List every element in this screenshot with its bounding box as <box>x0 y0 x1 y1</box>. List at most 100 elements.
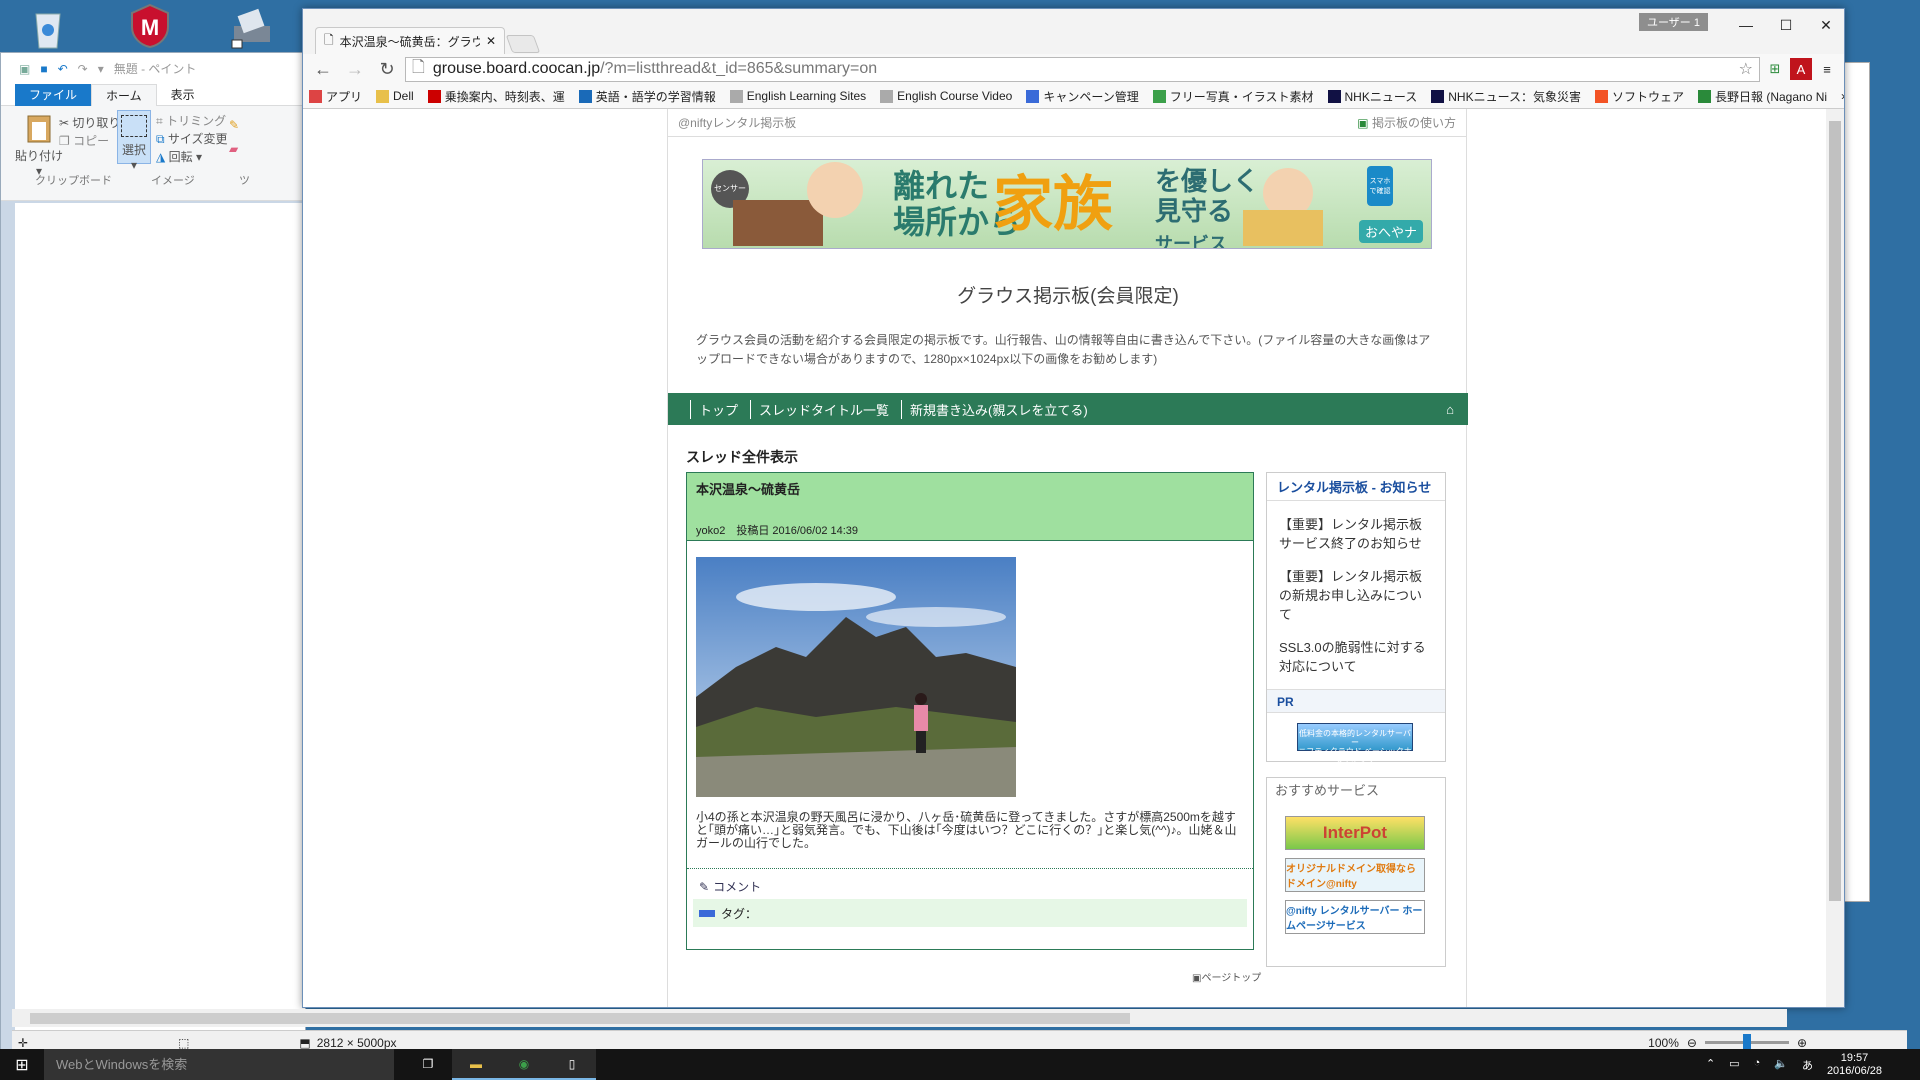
bookmark-item[interactable]: English Learning Sites <box>729 89 866 103</box>
close-icon[interactable]: ✕ <box>1806 13 1846 37</box>
help-icon: ▣ <box>1357 116 1369 130</box>
forward-icon[interactable]: → <box>341 56 369 82</box>
tab-view[interactable]: 表示 <box>157 84 209 106</box>
zoom-slider[interactable] <box>1704 1034 1789 1050</box>
page-top-link[interactable]: ▣ページトップ <box>1192 969 1261 984</box>
tab-close-icon[interactable]: ✕ <box>486 34 496 48</box>
notice-item-2[interactable]: 【重要】レンタル掲示板の新規お申し込みについて <box>1267 567 1445 624</box>
nifty-board-logo[interactable]: @niftyレンタル掲示板 <box>678 114 796 131</box>
paste-button[interactable]: 貼り付け ▾ <box>15 112 63 178</box>
battery-icon[interactable]: ▭ <box>1729 1057 1739 1073</box>
tools-group-label-partial: ツ <box>239 175 250 187</box>
save-icon[interactable]: ■ <box>40 62 47 76</box>
resize-button[interactable]: ⧉ サイズ変更 <box>156 130 228 147</box>
bookmark-item[interactable]: Dell <box>376 89 414 103</box>
section-title: スレッド全件表示 <box>686 449 798 465</box>
homepage-service-banner[interactable]: @nifty レンタルサーバー ホームページサービス <box>1285 900 1425 934</box>
tray-chevron-icon[interactable]: ⌃ <box>1706 1057 1715 1073</box>
bookmark-item[interactable]: フリー写真・イラスト素材 <box>1152 88 1314 105</box>
taskbar: ⊞ WebとWindowsを検索 ❐ ▬ ◉ ▯ ⌃ ▭ ◔ 🔈 あ 19:57… <box>0 1049 1920 1080</box>
interpot-banner[interactable]: InterPot <box>1285 816 1425 850</box>
nav-top[interactable]: トップ <box>690 399 738 419</box>
zoom-slider-thumb[interactable] <box>1742 1034 1751 1050</box>
comment-link[interactable]: ✎ コメント <box>699 878 761 895</box>
bookmarks-overflow-icon[interactable]: » <box>1841 89 1844 103</box>
tab-home[interactable]: ホーム <box>91 83 157 106</box>
pencil-tool-icon[interactable]: ✎ <box>229 118 239 132</box>
chrome-taskbar-icon[interactable]: ◉ <box>500 1049 548 1080</box>
select-button[interactable]: 選択 ▾ <box>117 110 151 172</box>
pr-banner[interactable]: 低料金の本格的レンタルサーバー ニフティクラウド ベーシックホスティング <box>1297 723 1413 765</box>
resize-label: サイズ変更 <box>167 132 228 146</box>
paint-taskbar-icon[interactable]: ▯ <box>548 1049 596 1080</box>
nav-new-post[interactable]: 新規書き込み(親スレを立てる) <box>901 399 1088 419</box>
copy-button[interactable]: ❐ コピー <box>59 132 109 149</box>
paint-canvas-area <box>1 201 305 1061</box>
ad-banner[interactable]: センサー 離れた 場所から 家族 を優しく 見守る サービス スマホで確認 おへやナ <box>702 159 1432 249</box>
undo-icon[interactable]: ↶ <box>58 62 68 76</box>
paint-hscroll-thumb[interactable] <box>30 1013 1130 1024</box>
back-icon[interactable]: ← <box>309 56 337 82</box>
zoom-out-icon[interactable]: ⊖ <box>1687 1036 1697 1050</box>
notice-header: レンタル掲示板 - お知らせ <box>1267 473 1445 501</box>
comment-link-label: コメント <box>713 880 762 894</box>
extension-icon[interactable]: ⊞ <box>1764 58 1786 80</box>
home-icon[interactable]: ⌂ <box>1446 402 1454 417</box>
bookmark-item[interactable]: 乗換案内、時刻表、運 <box>427 88 565 105</box>
qat-dropdown-icon[interactable]: ▾ <box>98 62 104 76</box>
notice-item-3[interactable]: SSL3.0の脆弱性に対する対応について <box>1267 638 1445 676</box>
nhk-icon <box>1327 89 1341 103</box>
file-explorer-icon[interactable]: ▬ <box>452 1049 500 1080</box>
post-photo[interactable] <box>696 557 1016 797</box>
task-view-icon[interactable]: ❐ <box>404 1049 452 1080</box>
zoom-in-icon[interactable]: ⊕ <box>1797 1036 1807 1050</box>
trim-button[interactable]: ⌗ トリミング <box>156 112 226 129</box>
notice-item-1[interactable]: 【重要】レンタル掲示板サービス終了のお知らせ <box>1267 515 1445 553</box>
page-scrollbar[interactable] <box>1826 109 1844 1007</box>
cut-button[interactable]: ✂ 切り取り <box>59 114 120 131</box>
bookmark-item[interactable]: NHKニュース <box>1327 88 1417 105</box>
maximize-icon[interactable]: ☐ <box>1766 13 1806 37</box>
news-icon <box>1698 89 1712 103</box>
new-tab-button[interactable] <box>505 35 541 53</box>
profile-button[interactable]: ユーザー 1 <box>1639 13 1708 31</box>
ime-icon[interactable]: あ <box>1802 1057 1813 1073</box>
tab-file[interactable]: ファイル <box>15 83 92 106</box>
page-info-icon[interactable]: 🗋 <box>412 56 425 83</box>
volume-icon[interactable]: 🔈 <box>1774 1057 1788 1073</box>
page-viewport: @niftyレンタル掲示板 ▣ 掲示板の使い方 センサー 離れた 場所から 家族 … <box>303 109 1827 1007</box>
domain-banner[interactable]: オリジナルドメイン取得なら ドメイン@nifty <box>1285 858 1425 892</box>
windows-start-icon[interactable]: ⊞ <box>0 1049 44 1080</box>
bookmark-item[interactable]: 英語・語学の学習情報 <box>578 88 716 105</box>
clock[interactable]: 19:57 2016/06/28 <box>1827 1052 1920 1078</box>
pr-banner-text-2: ニフティクラウド ベーシックホスティング <box>1298 747 1412 765</box>
menu-icon[interactable]: ≡ <box>1816 58 1838 80</box>
bookmark-star-icon[interactable]: ☆ <box>1739 59 1753 79</box>
nav-thread-list[interactable]: スレッドタイトル一覧 <box>750 399 889 419</box>
redo-icon[interactable]: ↷ <box>78 62 88 76</box>
bookmark-label: フリー写真・イラスト素材 <box>1169 89 1314 104</box>
howto-link[interactable]: ▣ 掲示板の使い方 <box>1357 114 1456 131</box>
page-scrollbar-thumb[interactable] <box>1829 121 1841 901</box>
paint-hscrollbar[interactable] <box>12 1009 1787 1027</box>
bookmark-item[interactable]: ソフトウェア <box>1595 88 1684 105</box>
bookmark-item[interactable]: NHKニュース：気象災害 <box>1431 88 1581 105</box>
paint-canvas[interactable] <box>15 203 305 1033</box>
eraser-tool-icon[interactable]: ▰ <box>229 142 238 156</box>
acrobat-icon[interactable]: A <box>1790 58 1812 80</box>
reload-icon[interactable]: ↻ <box>373 56 401 82</box>
bookmark-item[interactable]: キャンペーン管理 <box>1026 88 1139 105</box>
browser-tab-active[interactable]: 🗋 本沢温泉～硫黄岳：グラウ ✕ <box>315 27 505 54</box>
mcafee-icon[interactable]: M <box>126 2 174 50</box>
scanner-shortcut-icon[interactable] <box>228 4 276 52</box>
rotate-button[interactable]: ◮ 回転 ▾ <box>156 148 202 165</box>
bookmark-item[interactable]: アプリ <box>309 88 362 105</box>
network-icon[interactable]: ◔ <box>1754 1057 1761 1073</box>
select-dropdown-icon[interactable]: ▾ <box>118 158 150 172</box>
address-bar[interactable]: 🗋 grouse.board.coocan.jp/?m=listthread&t… <box>405 56 1760 83</box>
bookmark-item[interactable]: 長野日報 (Nagano Ni <box>1698 88 1827 105</box>
recycle-bin-icon[interactable] <box>24 4 72 52</box>
minimize-icon[interactable]: — <box>1726 13 1766 37</box>
bookmark-item[interactable]: English Course Video <box>880 89 1012 103</box>
taskbar-search[interactable]: WebとWindowsを検索 <box>44 1049 394 1080</box>
